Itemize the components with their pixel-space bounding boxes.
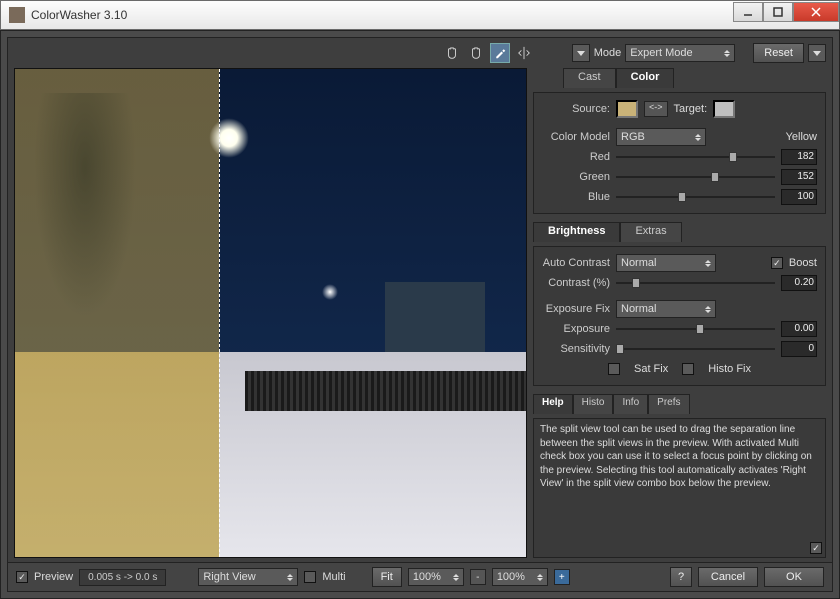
brightness-tabs: Brightness Extras: [533, 222, 826, 242]
histofix-checkbox[interactable]: [682, 363, 694, 375]
channel-label: Green: [542, 171, 610, 183]
channel-slider-red[interactable]: [616, 150, 775, 164]
tab-info[interactable]: Info: [613, 394, 648, 414]
info-tabs: Help Histo Info Prefs: [533, 394, 826, 414]
source-swatch[interactable]: [616, 100, 638, 118]
swap-button[interactable]: <->: [644, 101, 668, 117]
view-combo[interactable]: Right View: [198, 568, 298, 586]
tint-name: Yellow: [786, 131, 817, 143]
preset-dropdown-icon[interactable]: [572, 44, 590, 62]
help-button[interactable]: ?: [670, 567, 692, 587]
tab-prefs[interactable]: Prefs: [648, 394, 689, 414]
channel-value[interactable]: 100: [781, 189, 817, 205]
contrast-value[interactable]: 0.20: [781, 275, 817, 291]
app-icon: [9, 7, 25, 23]
tab-histo[interactable]: Histo: [573, 394, 614, 414]
mode-combo[interactable]: Expert Mode: [625, 44, 735, 62]
minimize-button[interactable]: [733, 2, 763, 22]
split-tool-icon[interactable]: [514, 43, 534, 63]
histofix-label: Histo Fix: [708, 363, 751, 375]
zoom-right-combo[interactable]: 100%: [492, 568, 548, 586]
tab-color[interactable]: Color: [616, 68, 675, 88]
zoom-minus-button[interactable]: -: [470, 569, 486, 585]
multi-checkbox[interactable]: [304, 571, 316, 583]
hand-tool-icon[interactable]: [442, 43, 462, 63]
source-label: Source:: [542, 103, 610, 115]
color-model-combo[interactable]: RGB: [616, 128, 706, 146]
help-text: The split view tool can be used to drag …: [533, 418, 826, 558]
auto-contrast-combo[interactable]: Normal: [616, 254, 716, 272]
eyedropper-tool-icon[interactable]: [490, 43, 510, 63]
bottom-bar: Preview 0.005 s -> 0.0 s Right View Mult…: [8, 562, 832, 591]
preview-label: Preview: [34, 571, 73, 583]
timing-display: 0.005 s -> 0.0 s: [79, 569, 166, 586]
ok-button[interactable]: OK: [764, 567, 824, 587]
exposure-fix-combo[interactable]: Normal: [616, 300, 716, 318]
brightness-panel: Auto Contrast Normal Boost Contrast (%) …: [533, 246, 826, 386]
boost-checkbox[interactable]: [771, 257, 783, 269]
channel-slider-green[interactable]: [616, 170, 775, 184]
boost-label: Boost: [789, 257, 817, 269]
channel-label: Red: [542, 151, 610, 163]
hand-tool2-icon[interactable]: [466, 43, 486, 63]
target-label: Target:: [674, 103, 708, 115]
exposure-value[interactable]: 0.00: [781, 321, 817, 337]
help-toggle-checkbox[interactable]: [810, 542, 822, 554]
multi-label: Multi: [322, 571, 345, 583]
channel-value[interactable]: 152: [781, 169, 817, 185]
close-button[interactable]: [793, 2, 839, 22]
channel-label: Blue: [542, 191, 610, 203]
exposure-label: Exposure: [542, 323, 610, 335]
color-model-label: Color Model: [542, 131, 610, 143]
tab-extras[interactable]: Extras: [620, 222, 681, 242]
cancel-button[interactable]: Cancel: [698, 567, 758, 587]
color-panel: Source: <-> Target: Color Model RGB Yell…: [533, 92, 826, 214]
contrast-slider[interactable]: [616, 276, 775, 290]
top-toolbar: Mode Expert Mode Reset: [8, 38, 832, 68]
mode-label: Mode: [594, 47, 622, 59]
sensitivity-label: Sensitivity: [542, 343, 610, 355]
preview-area[interactable]: [14, 68, 527, 558]
target-swatch[interactable]: [713, 100, 735, 118]
tab-help[interactable]: Help: [533, 394, 573, 414]
exposure-slider[interactable]: [616, 322, 775, 336]
channel-value[interactable]: 182: [781, 149, 817, 165]
reset-dropdown-icon[interactable]: [808, 44, 826, 62]
tab-cast[interactable]: Cast: [563, 68, 616, 88]
color-tabs: Cast Color: [533, 68, 826, 88]
reset-button[interactable]: Reset: [753, 43, 804, 63]
split-line[interactable]: [219, 69, 220, 557]
zoom-left-combo[interactable]: 100%: [408, 568, 464, 586]
contrast-label: Contrast (%): [542, 277, 610, 289]
satfix-label: Sat Fix: [634, 363, 668, 375]
auto-contrast-label: Auto Contrast: [542, 257, 610, 269]
preview-checkbox[interactable]: [16, 571, 28, 583]
exposure-fix-label: Exposure Fix: [542, 303, 610, 315]
sensitivity-slider[interactable]: [616, 342, 775, 356]
channel-slider-blue[interactable]: [616, 190, 775, 204]
fit-button[interactable]: Fit: [372, 567, 402, 587]
window-title: ColorWasher 3.10: [31, 8, 733, 22]
tab-brightness[interactable]: Brightness: [533, 222, 620, 242]
satfix-checkbox[interactable]: [608, 363, 620, 375]
zoom-plus-button[interactable]: +: [554, 569, 570, 585]
maximize-button[interactable]: [763, 2, 793, 22]
title-bar: ColorWasher 3.10: [0, 0, 840, 30]
sensitivity-value[interactable]: 0: [781, 341, 817, 357]
